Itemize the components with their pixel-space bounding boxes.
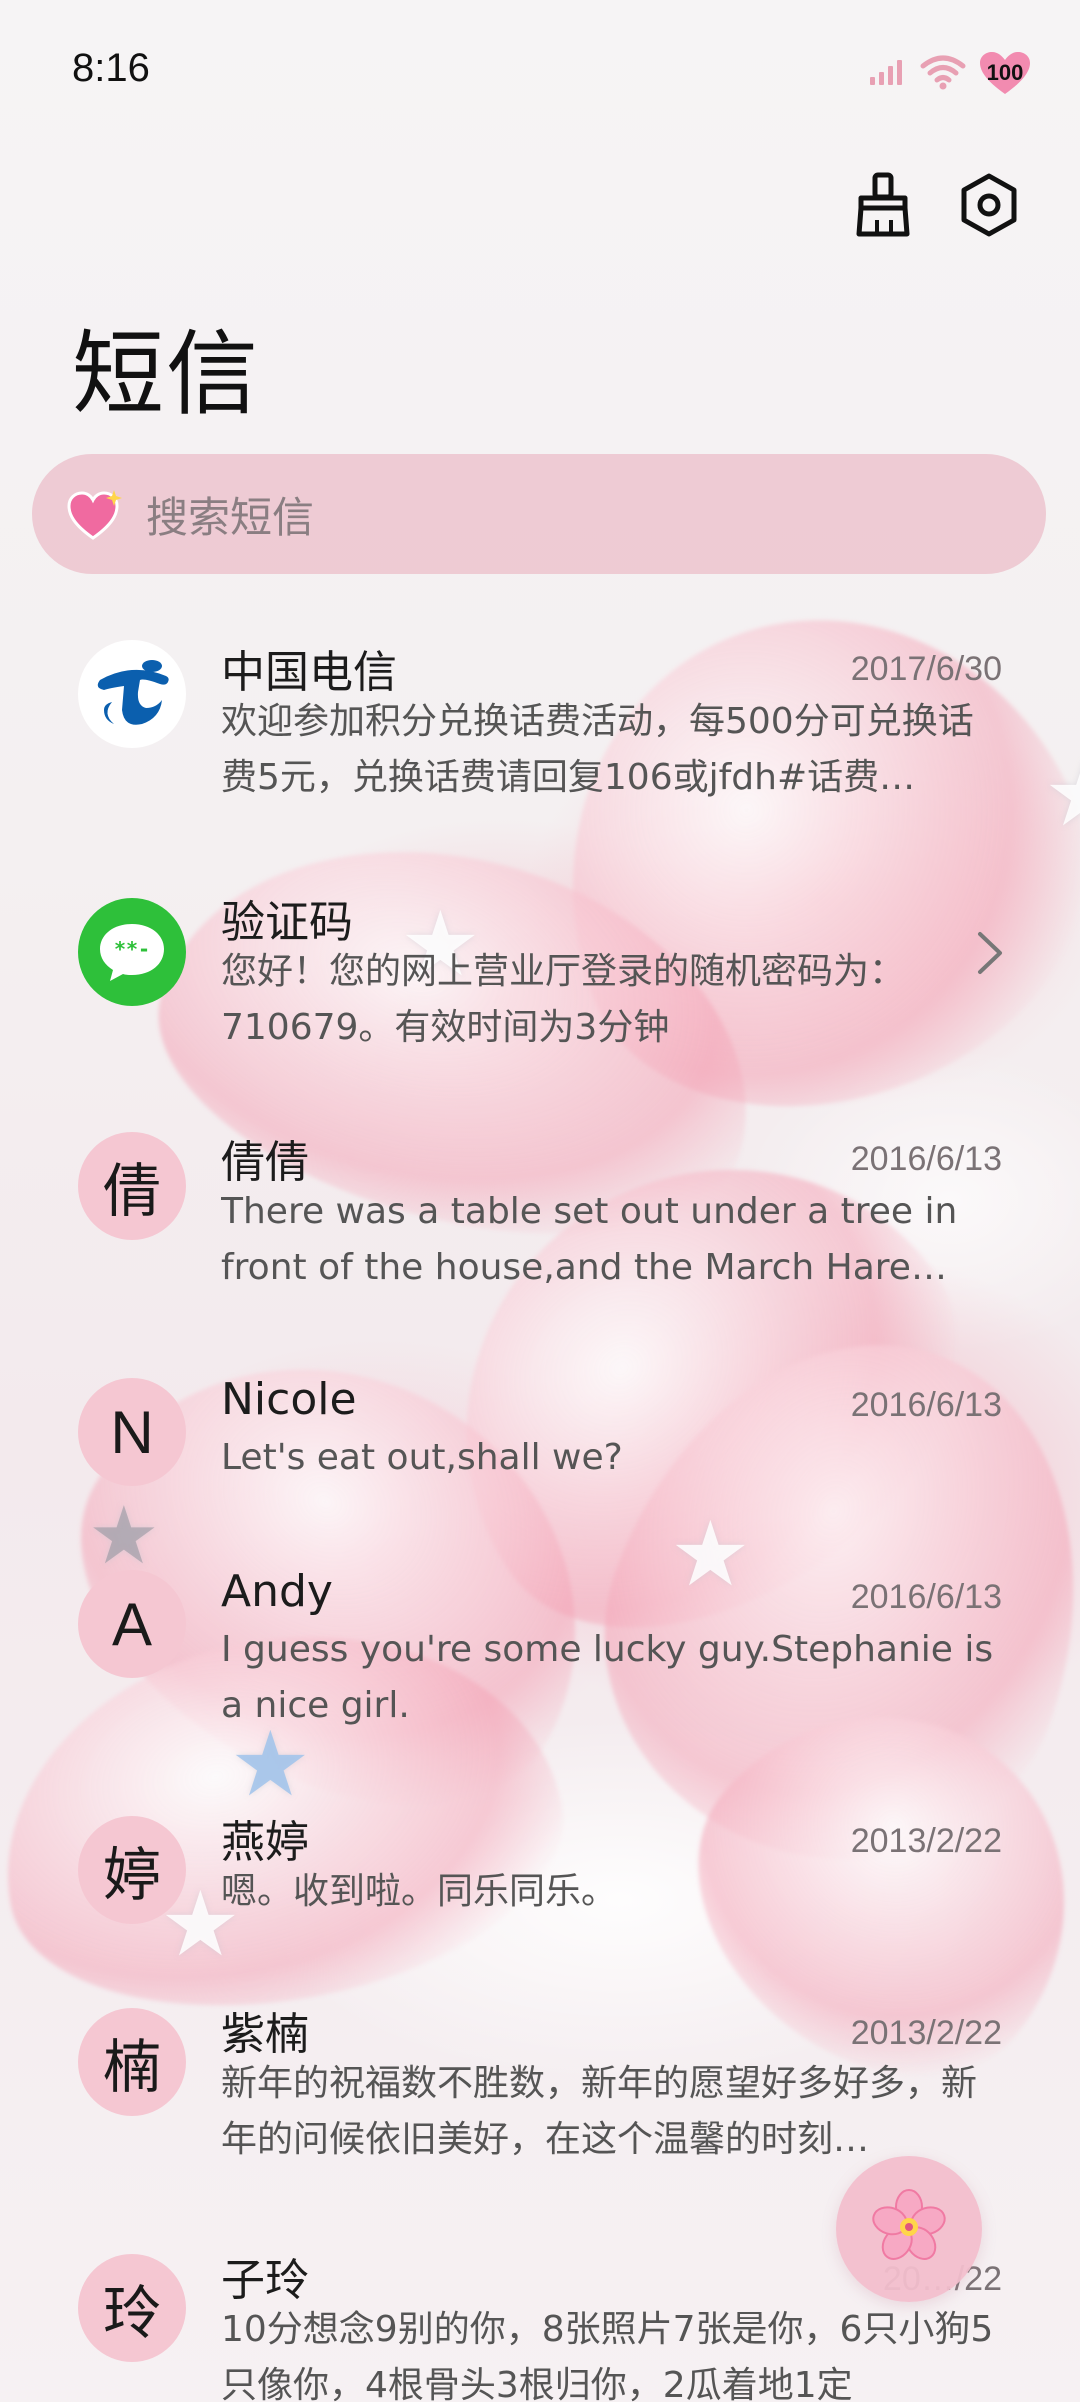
- status-time: 8:16: [72, 46, 150, 90]
- conversation-preview: 10分想念9别的你，8张照片7张是你，6只小狗5只像你，4根骨头3根归你，2瓜着…: [221, 2309, 994, 2402]
- conversation-name: 中国电信: [221, 647, 397, 698]
- conversation-name: 倩倩: [221, 1137, 309, 1188]
- verification-code-avatar: **-: [78, 898, 186, 1006]
- avatar: A: [78, 1570, 186, 1678]
- clean-button[interactable]: [852, 172, 914, 238]
- search-input[interactable]: 搜索短信: [146, 484, 314, 545]
- conversation-name: Nicole: [221, 1374, 357, 1425]
- conversation-name: Andy: [221, 1566, 333, 1617]
- avatar: 楠: [78, 2008, 186, 2116]
- conversation-name: 验证码: [221, 897, 353, 948]
- broom-icon: [853, 172, 913, 242]
- china-telecom-logo-avatar: [78, 640, 186, 748]
- page-title: 短信: [72, 321, 261, 428]
- wifi-icon: [920, 54, 966, 94]
- conversation-preview: Let's eat out,shall we?: [221, 1437, 623, 1478]
- settings-button[interactable]: [958, 173, 1020, 241]
- conversation-name: 紫楠: [221, 2009, 309, 2060]
- conversation-item[interactable]: N Nicole 2016/6/13 Let's eat out,shall w…: [0, 1338, 1080, 1530]
- cherry-blossom-icon: [869, 2187, 949, 2271]
- battery-heart-icon: 100: [980, 52, 1030, 96]
- conversation-date: 2013/2/22: [850, 2014, 1002, 2052]
- conversation-preview: 嗯。收到啦。同乐同乐。: [221, 1871, 618, 1912]
- avatar: 玲: [78, 2254, 186, 2362]
- conversation-preview: 欢迎参加积分兑换话费活动，每500分可兑换话费5元，兑换话费请回复106或jfd…: [221, 701, 974, 798]
- conversation-item[interactable]: 婷 燕婷 2013/2/22 嗯。收到啦。同乐同乐。: [0, 1776, 1080, 1968]
- conversation-item[interactable]: 中国电信 2017/6/30 欢迎参加积分兑换话费活动，每500分可兑换话费5元…: [0, 600, 1080, 846]
- conversation-date: 2016/6/13: [850, 1386, 1002, 1424]
- conversation-preview: 您好！您的网上营业厅登录的随机密码为：710679。有效时间为3分钟: [221, 951, 906, 1048]
- sparkling-heart-icon: [66, 485, 124, 543]
- new-message-button[interactable]: [836, 2156, 982, 2302]
- conversation-item[interactable]: A Andy 2016/6/13 I guess you're some luc…: [0, 1530, 1080, 1776]
- conversation-preview: There was a table set out under a tree i…: [221, 1191, 958, 1288]
- conversation-date: 2017/6/30: [850, 650, 1002, 688]
- avatar: 倩: [78, 1132, 186, 1240]
- conversation-item[interactable]: **- 验证码 您好！您的网上营业厅登录的随机密码为：710679。有效时间为3…: [0, 846, 1080, 1092]
- svg-text:**-: **-: [114, 937, 150, 961]
- conversation-preview: I guess you're some lucky guy.Stephanie …: [221, 1629, 994, 1726]
- status-icons: 100: [868, 52, 1030, 96]
- conversation-date: 2016/6/13: [850, 1140, 1002, 1178]
- conversation-preview: 新年的祝福数不胜数，新年的愿望好多好多，新年的问候依旧美好，在这个温馨的时刻…: [221, 2063, 978, 2160]
- header-actions: [852, 172, 1020, 241]
- avatar: 婷: [78, 1816, 186, 1924]
- status-bar: 8:16 100: [0, 0, 1080, 150]
- conversation-date: 2013/2/22: [850, 1822, 1002, 1860]
- conversation-item[interactable]: 倩 倩倩 2016/6/13 There was a table set out…: [0, 1092, 1080, 1338]
- battery-level: 100: [986, 60, 1024, 85]
- conversation-name: 燕婷: [221, 1817, 309, 1868]
- signal-icon: [868, 57, 906, 91]
- search-bar[interactable]: 搜索短信: [32, 454, 1046, 574]
- chevron-right-icon: [978, 932, 1002, 974]
- settings-hexagon-icon: [959, 173, 1019, 241]
- conversation-date: 2016/6/13: [850, 1578, 1002, 1616]
- conversation-name: 子玲: [221, 2255, 309, 2306]
- avatar: N: [78, 1378, 186, 1486]
